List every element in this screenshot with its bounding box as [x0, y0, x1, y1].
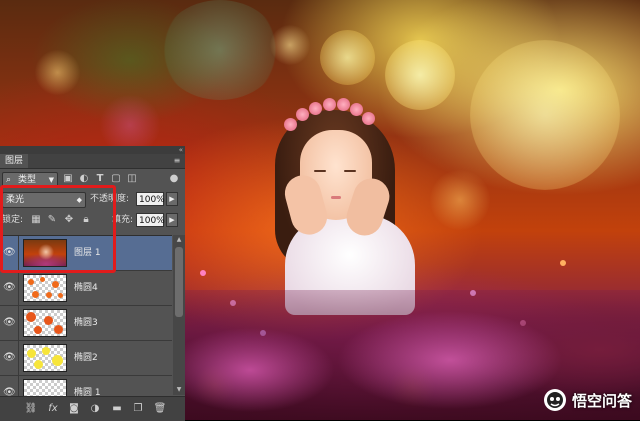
layer-name: 椭圆2 — [74, 353, 98, 363]
flower-crown-rose — [362, 112, 375, 125]
opacity-dropdown-icon[interactable]: ▶ — [166, 192, 178, 206]
add-mask-icon[interactable]: ◙ — [67, 402, 81, 416]
bokeh-light — [470, 40, 620, 190]
filter-type-icon[interactable]: T — [94, 173, 106, 185]
tab-layers[interactable]: 图层 — [0, 154, 29, 168]
delete-layer-icon[interactable]: 🗑︎ — [153, 402, 167, 416]
bokeh-light — [385, 40, 455, 110]
scroll-up-icon[interactable]: ▲ — [173, 235, 185, 245]
visibility-column: 👁︎ — [0, 306, 19, 340]
eye-icon[interactable]: 👁︎ — [3, 352, 16, 364]
red-highlight-box — [0, 185, 116, 273]
flower-crown-rose — [337, 98, 350, 111]
flower-crown-rose — [350, 103, 363, 116]
opacity-input[interactable]: 100% — [136, 192, 165, 206]
layer-thumbnail — [23, 309, 67, 337]
flower — [200, 270, 206, 276]
panel-menu-icon[interactable]: ≡ — [172, 156, 182, 165]
layer-row-3[interactable]: 👁︎ 椭圆3 — [0, 306, 172, 341]
watermark: 悟空问答 — [543, 388, 632, 412]
bokeh-light — [270, 25, 310, 65]
scroll-down-icon[interactable]: ▼ — [173, 385, 185, 395]
fill-input[interactable]: 100% — [136, 213, 165, 227]
new-layer-icon[interactable]: ❐ — [131, 402, 145, 416]
new-group-icon[interactable]: ▬ — [110, 402, 124, 416]
collapse-icon[interactable]: « — [179, 146, 183, 154]
girl-eye — [344, 170, 356, 172]
filter-pixel-icon[interactable]: ▣ — [62, 173, 74, 185]
girl-eye — [314, 170, 326, 172]
eye-icon[interactable]: 👁︎ — [3, 282, 16, 294]
visibility-column: 👁︎ — [0, 271, 19, 305]
bokeh-light — [320, 30, 375, 85]
filter-smart-object-icon[interactable]: ◫ — [126, 173, 138, 185]
panel-tab-bar: 图层 ≡ — [0, 154, 185, 169]
panel-title-strip: « — [0, 146, 185, 154]
eye-icon[interactable]: 👁︎ — [3, 387, 16, 396]
layers-scrollbar[interactable]: ▲ ▼ — [173, 235, 185, 395]
scroll-thumb[interactable] — [175, 247, 183, 317]
flower-crown-rose — [284, 118, 297, 131]
visibility-column: 👁︎ — [0, 341, 19, 375]
fill-dropdown-icon[interactable]: ▶ — [166, 213, 178, 227]
flower-crown-rose — [309, 102, 322, 115]
watermark-text: 悟空问答 — [571, 391, 632, 410]
flower-crown-rose — [323, 98, 336, 111]
layer-name: 椭圆 1 — [74, 388, 101, 396]
visibility-column: 👁︎ — [0, 376, 19, 396]
eye-icon[interactable]: 👁︎ — [3, 317, 16, 329]
bokeh-light — [160, 0, 280, 100]
bokeh-light — [35, 50, 80, 95]
layer-thumbnail — [23, 379, 67, 396]
filter-shape-icon[interactable]: ▢ — [110, 173, 122, 185]
girl-mouth — [331, 196, 341, 199]
bokeh-light — [430, 170, 490, 230]
filter-adjustment-icon[interactable]: ◐ — [78, 173, 90, 185]
layer-row-2[interactable]: 👁︎ 椭圆4 — [0, 271, 172, 306]
layer-name: 椭圆4 — [74, 283, 98, 293]
flower — [560, 260, 566, 266]
filter-toggle-icon[interactable]: ● — [168, 173, 180, 185]
link-layers-icon[interactable]: ⛓ — [24, 402, 38, 416]
layer-style-fx-icon[interactable]: fx — [46, 402, 60, 416]
flower-crown-rose — [296, 108, 309, 121]
watermark-logo-icon — [543, 389, 566, 411]
layer-name: 椭圆3 — [74, 318, 98, 328]
layer-thumbnail — [23, 344, 67, 372]
layer-thumbnail — [23, 274, 67, 302]
layer-row-5[interactable]: 👁︎ 椭圆 1 — [0, 376, 172, 396]
adjustment-layer-icon[interactable]: ◑ — [88, 402, 102, 416]
layers-bottom-toolbar: ⛓ fx ◙ ◑ ▬ ❐ 🗑︎ — [0, 396, 185, 421]
layer-row-4[interactable]: 👁︎ 椭圆2 — [0, 341, 172, 376]
